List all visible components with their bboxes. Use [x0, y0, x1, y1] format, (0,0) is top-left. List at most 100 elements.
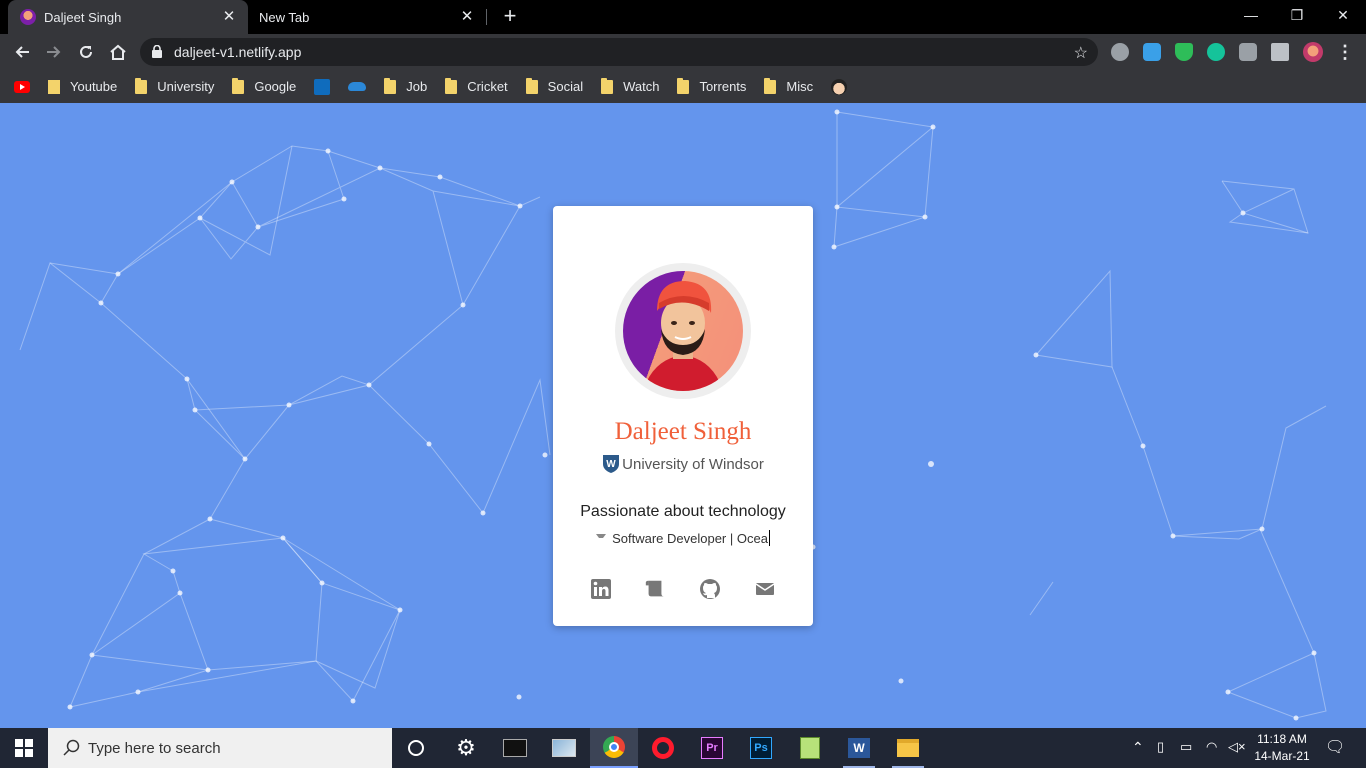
folder-icon [384, 77, 397, 94]
new-tab-button[interactable]: + [498, 5, 522, 29]
cortana-button[interactable] [392, 728, 440, 768]
close-window-button[interactable]: ✕ [1320, 0, 1366, 30]
outlook-icon [314, 78, 331, 95]
bookmark-job[interactable]: Job [384, 75, 427, 99]
windows-logo-icon [15, 739, 33, 757]
browser-toolbar: daljeet-v1.netlify.app ☆ ⋮ [0, 34, 1366, 70]
forward-button[interactable] [40, 38, 68, 66]
bookmark-label: Misc [786, 79, 814, 94]
folder-icon [677, 77, 690, 94]
media-extension-icon[interactable] [1111, 43, 1129, 61]
reader-extension-icon[interactable] [1143, 43, 1161, 61]
bookmark-social[interactable]: Social [525, 75, 583, 99]
minimize-window-button[interactable]: — [1228, 0, 1274, 30]
portrait-illustration-icon [643, 281, 723, 391]
bookmark-google[interactable]: Google [232, 75, 296, 99]
notifications-icon[interactable]: 🗨 [1325, 737, 1345, 757]
bookmark-cricket[interactable]: Cricket [445, 75, 508, 99]
tab-title: Daljeet Singh [44, 9, 122, 25]
github-icon[interactable] [699, 578, 721, 600]
tab-divider [486, 9, 487, 25]
reload-button[interactable] [72, 38, 100, 66]
taskbar-opera[interactable] [639, 728, 687, 768]
bookmark-outlook[interactable] [314, 75, 331, 99]
bookmark-label: Cricket [467, 79, 508, 94]
back-arrow-icon [15, 46, 29, 58]
grammarly-extension-icon[interactable] [1207, 43, 1225, 61]
bookmark-label: Torrents [699, 79, 747, 94]
blog-scroll-icon[interactable] [644, 578, 666, 600]
phone-link-icon[interactable]: ▯ [1157, 739, 1164, 755]
home-button[interactable] [104, 38, 132, 66]
back-button[interactable] [8, 38, 36, 66]
bookmark-anime[interactable] [831, 75, 848, 99]
clock-date: 14-Mar-21 [1254, 749, 1310, 763]
browser-tab-strip: Daljeet Singh ✕ New Tab ✕ + — ❐ ✕ [0, 0, 1366, 34]
taskbar-file-explorer[interactable] [884, 728, 932, 768]
bookmark-star-icon[interactable]: ☆ [1074, 43, 1088, 63]
bookmark-label: Watch [623, 79, 660, 94]
university-line: W University of Windsor [553, 454, 813, 474]
url-text: daljeet-v1.netlify.app [174, 44, 302, 60]
profile-card: Daljeet Singh W University of Windsor Pa… [553, 206, 813, 626]
taskbar-premiere[interactable]: Pr [688, 728, 736, 768]
bookmark-torrents[interactable]: Torrents [677, 75, 746, 99]
taskbar-chrome[interactable] [590, 728, 638, 768]
bookmark-label: University [157, 79, 215, 94]
bookmark-onedrive[interactable] [348, 75, 367, 99]
profile-name: Daljeet Singh [614, 418, 752, 445]
folder-icon [135, 77, 148, 94]
tab-title: New Tab [259, 9, 310, 25]
taskbar-snipping-tool[interactable] [540, 728, 588, 768]
linkedin-icon[interactable] [590, 578, 612, 600]
bookmark-university[interactable]: University [135, 75, 214, 99]
taskbar-word[interactable]: W [835, 728, 883, 768]
clock-time: 11:18 AM [1257, 732, 1307, 746]
extensions-puzzle-icon[interactable] [1271, 43, 1289, 61]
page-viewport: Daljeet Singh W University of Windsor Pa… [0, 103, 1366, 728]
social-links [553, 578, 813, 602]
tab-new-tab[interactable]: New Tab ✕ [248, 0, 486, 34]
start-button[interactable] [0, 728, 48, 768]
camera-extension-icon[interactable] [1239, 43, 1257, 61]
close-tab-icon[interactable]: ✕ [458, 8, 476, 26]
bookmark-watch[interactable]: Watch [601, 75, 659, 99]
battery-icon[interactable]: ▭ [1180, 739, 1192, 755]
close-tab-icon[interactable]: ✕ [220, 8, 238, 26]
youtube-icon [14, 80, 30, 93]
taskbar-settings[interactable]: ⚙ [442, 728, 490, 768]
opera-icon [652, 737, 674, 759]
address-bar[interactable]: daljeet-v1.netlify.app ☆ [140, 38, 1098, 66]
folder-icon [764, 77, 777, 94]
taskbar-photoshop[interactable]: Ps [737, 728, 785, 768]
folder-icon [232, 77, 245, 94]
show-hidden-icons-chevron-icon[interactable]: ⌃ [1132, 739, 1144, 756]
profile-avatar-icon[interactable] [1303, 42, 1323, 62]
file-explorer-icon [897, 739, 919, 757]
restore-window-button[interactable]: ❐ [1274, 0, 1320, 30]
taskbar-search-box[interactable]: Type here to search [48, 728, 392, 768]
profile-avatar [615, 263, 751, 399]
wifi-signal-icon[interactable]: ◠ [1206, 739, 1217, 755]
bookmark-misc[interactable]: Misc [764, 75, 813, 99]
search-placeholder: Type here to search [88, 740, 221, 757]
browser-menu-icon[interactable]: ⋮ [1336, 40, 1354, 64]
shield-extension-icon[interactable] [1175, 43, 1193, 61]
university-name: University of Windsor [622, 455, 764, 473]
folder-icon [601, 77, 614, 94]
university-shield-logo-icon: W [603, 455, 620, 473]
bookmark-youtube[interactable]: Youtube [14, 75, 117, 99]
bookmark-label: Youtube [70, 79, 118, 94]
taskbar-notepad-plus[interactable] [786, 728, 834, 768]
home-icon [110, 44, 126, 60]
taskbar-terminal[interactable] [491, 728, 539, 768]
system-clock[interactable]: 11:18 AM 14-Mar-21 [1250, 731, 1314, 765]
email-icon[interactable] [754, 578, 776, 600]
word-icon: W [848, 738, 870, 758]
volume-muted-icon[interactable]: ◁× [1228, 739, 1246, 755]
tab-daljeet-singh[interactable]: Daljeet Singh ✕ [8, 0, 248, 34]
reload-icon [80, 45, 92, 58]
site-favicon-icon [20, 9, 36, 25]
search-icon [63, 739, 80, 756]
folder-icon [525, 77, 538, 94]
